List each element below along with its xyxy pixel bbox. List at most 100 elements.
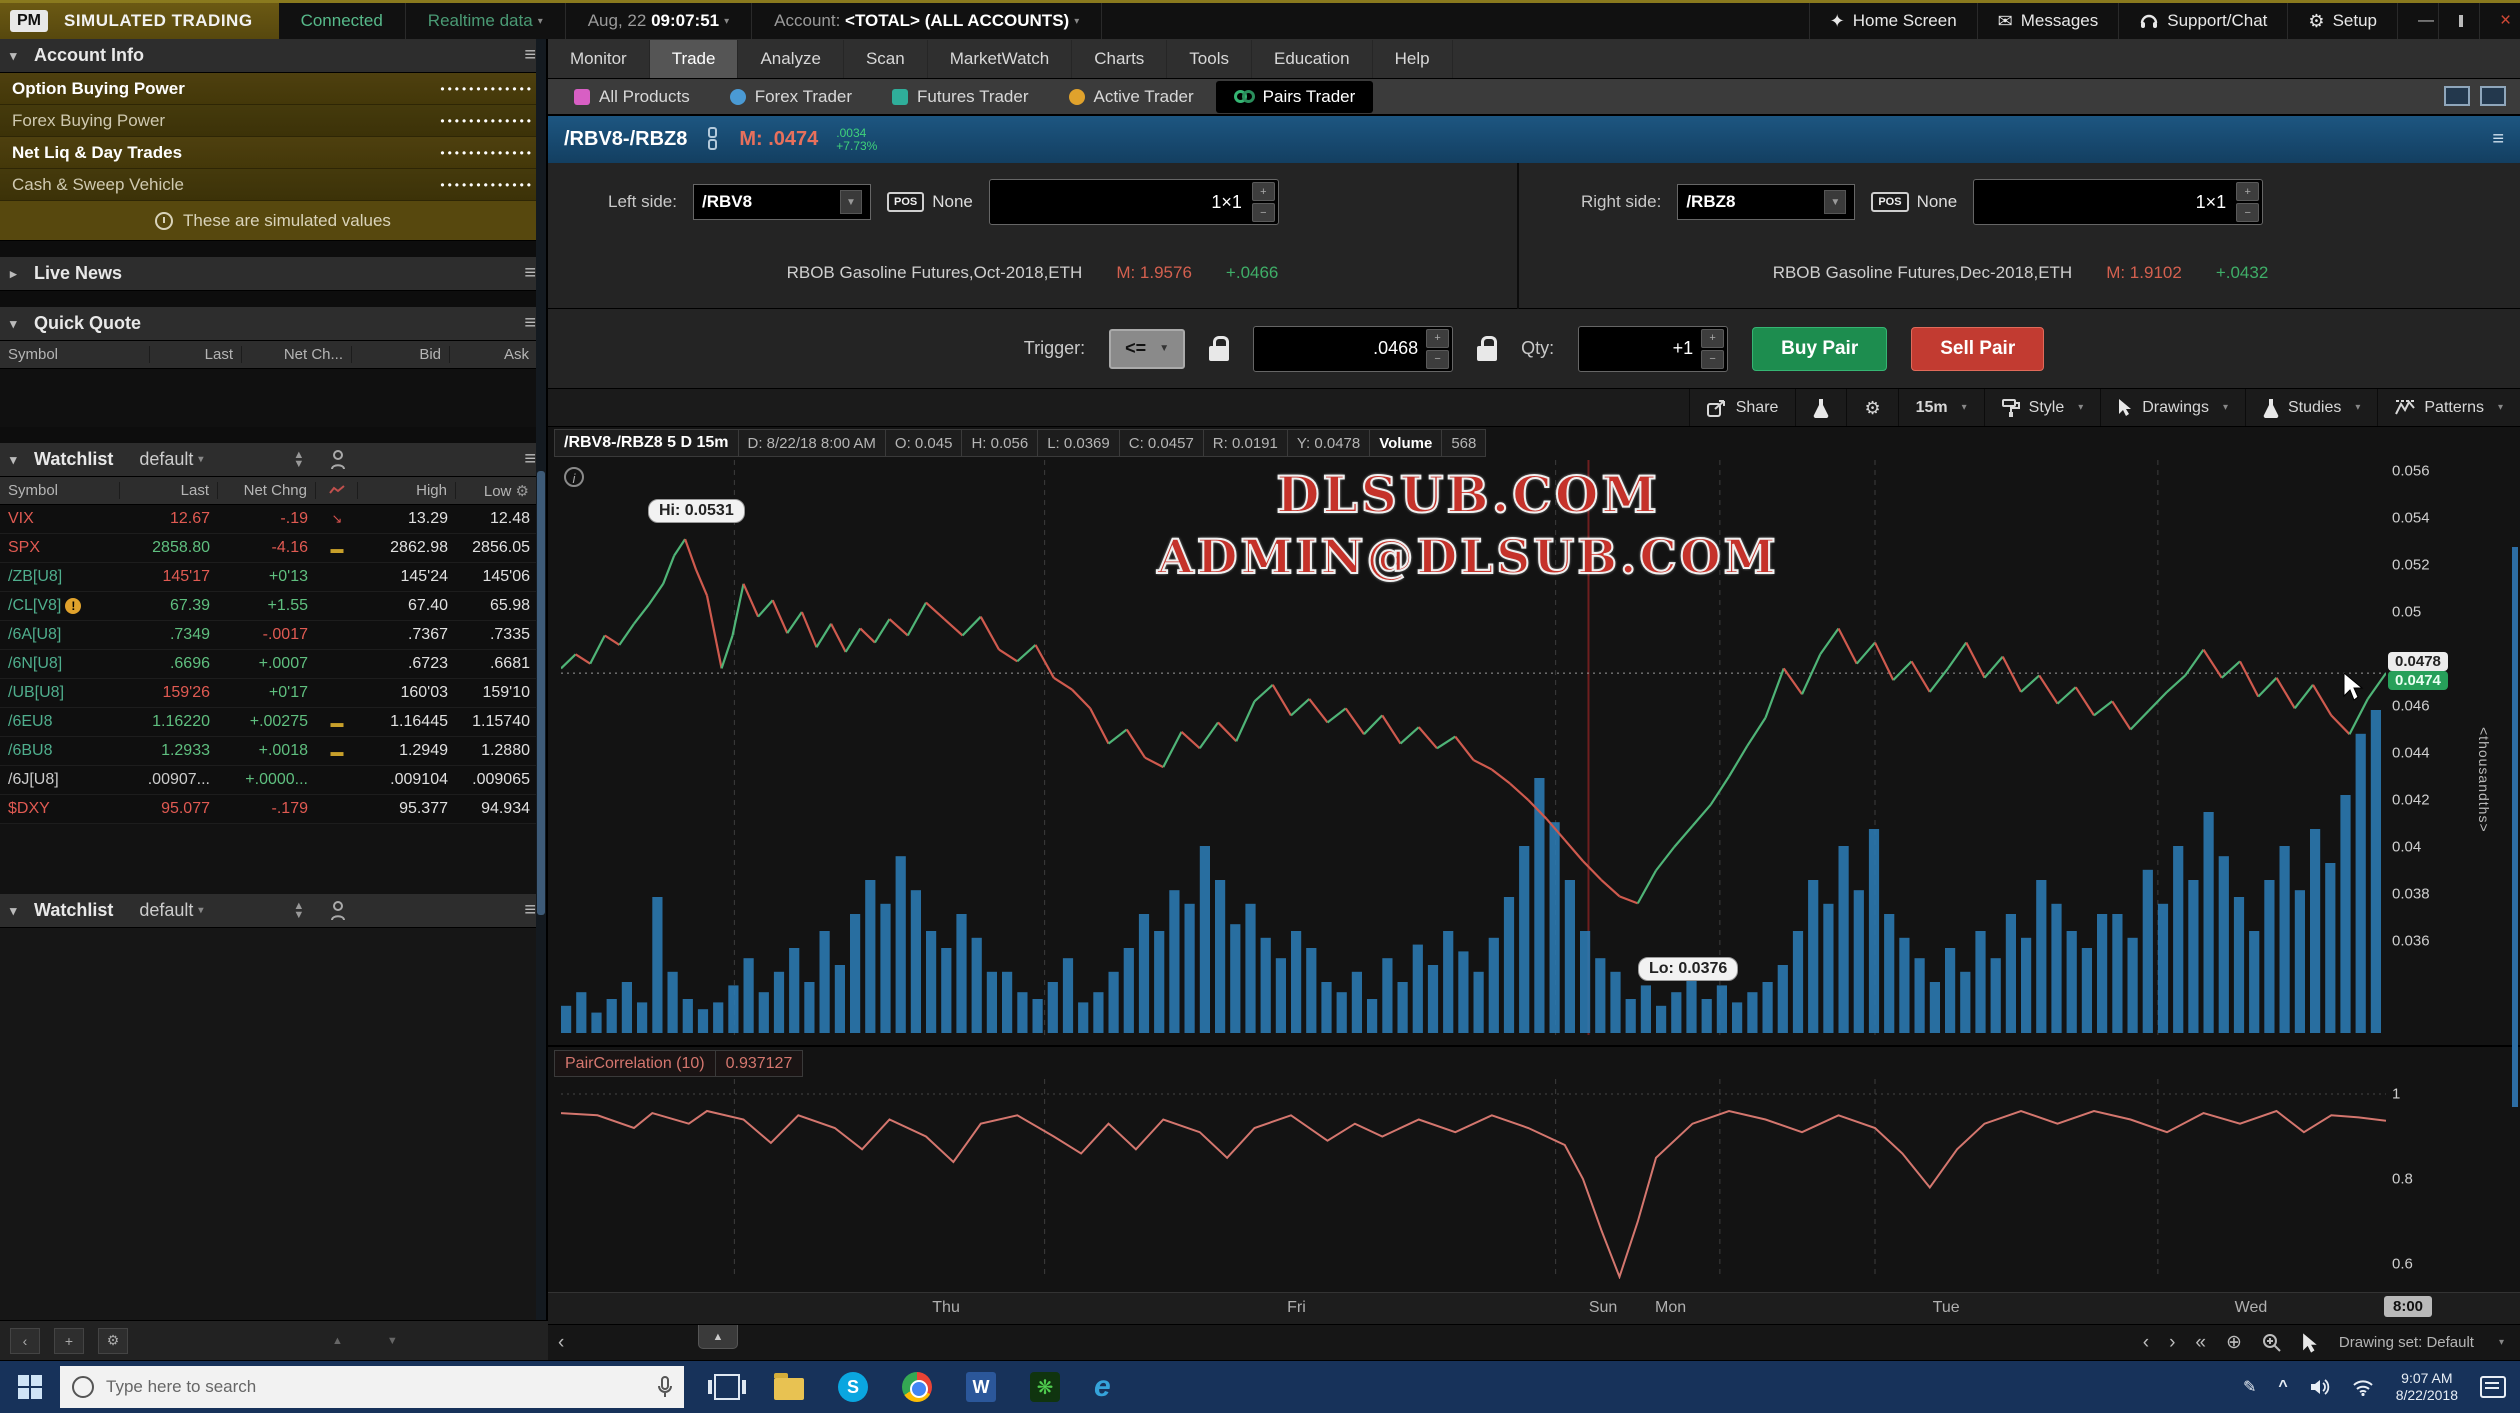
column-header[interactable]: High (358, 482, 456, 499)
lock-icon[interactable] (1477, 336, 1497, 362)
column-header[interactable]: Symbol (0, 482, 120, 499)
scrollbar-thumb[interactable] (537, 471, 545, 915)
sidebar-scrollbar[interactable] (536, 39, 546, 1320)
speaker-icon[interactable] (2310, 1378, 2330, 1396)
chart-settings-button[interactable]: ⚙ (1846, 389, 1897, 426)
add-gadget-icon[interactable]: + (54, 1328, 84, 1354)
reorder-icon[interactable]: ▲▼ (293, 902, 304, 920)
tab-education[interactable]: Education (1252, 40, 1373, 78)
chrome-icon[interactable] (902, 1372, 932, 1402)
watchlist-row[interactable]: /CL[V8]!67.39+1.5567.4065.98 (0, 592, 546, 621)
spinner-up-button[interactable]: + (1701, 329, 1724, 348)
clock-menu[interactable]: Aug, 22 09:07:51 ▾ (566, 3, 752, 39)
zoom-icon[interactable] (2262, 1333, 2282, 1353)
drawing-set-selector[interactable]: Drawing set: Default (2339, 1334, 2474, 1351)
start-button[interactable] (0, 1361, 60, 1413)
account-info-row[interactable]: Option Buying Power••••••••••••• (0, 73, 546, 105)
file-explorer-icon[interactable] (774, 1378, 804, 1400)
subtab-all-products[interactable]: All Products (556, 81, 708, 113)
buy-pair-button[interactable]: Buy Pair (1752, 327, 1887, 371)
section-menu-icon[interactable]: ≡ (524, 312, 536, 335)
setup-button[interactable]: ⚙ Setup (2287, 3, 2397, 39)
watchlist-row[interactable]: SPX2858.80-4.16▬2862.982856.05 (0, 534, 546, 563)
cursor-tool-icon[interactable] (2302, 1332, 2319, 1354)
spinner-up-button[interactable]: + (1252, 182, 1275, 201)
gear-icon[interactable]: ⚙ (516, 483, 529, 500)
watchlist-row[interactable]: /UB[U8]159'26+0'17160'03159'10 (0, 679, 546, 708)
section-menu-icon[interactable]: ≡ (524, 262, 536, 285)
link-pair-icon[interactable] (705, 127, 721, 153)
support-chat-button[interactable]: Support/Chat (2118, 3, 2287, 39)
right-pos-badge[interactable]: POS (1871, 192, 1908, 212)
spinner-up-button[interactable]: + (1426, 329, 1449, 348)
section-menu-icon[interactable]: ≡ (524, 899, 536, 922)
watchlist-row[interactable]: /6BU81.2933+.0018▬1.29491.2880 (0, 737, 546, 766)
restore-button[interactable] (2438, 3, 2479, 39)
section-menu-icon[interactable]: ≡ (524, 448, 536, 471)
scroll-down-icon[interactable]: ▼ (387, 1335, 398, 1347)
microphone-icon[interactable] (658, 1376, 672, 1398)
sell-pair-button[interactable]: Sell Pair (1911, 327, 2044, 371)
subtab-pairs-trader[interactable]: Pairs Trader (1216, 81, 1374, 113)
home-screen-button[interactable]: ✦ Home Screen (1809, 3, 1977, 39)
watchlist-row[interactable]: /6J[U8].00907...+.0000....009104.009065 (0, 766, 546, 795)
grid-layout-icon[interactable] (2444, 86, 2470, 106)
column-header[interactable]: Symbol (0, 346, 150, 363)
tab-trade[interactable]: Trade (650, 40, 739, 78)
column-header[interactable] (316, 482, 358, 499)
minimize-button[interactable]: — (2397, 3, 2438, 39)
watchlist2-name[interactable]: default (139, 900, 193, 921)
column-header[interactable]: Last (120, 482, 218, 499)
data-status-menu[interactable]: Realtime data ▾ (406, 3, 566, 39)
column-header[interactable]: Net Chng (218, 482, 316, 499)
share-button[interactable]: Share (1689, 389, 1796, 426)
maximize-layout-icon[interactable] (2480, 86, 2506, 106)
tab-monitor[interactable]: Monitor (548, 40, 650, 78)
watchlist-row[interactable]: /6A[U8].7349-.0017.7367.7335 (0, 621, 546, 650)
studies-button[interactable]: Studies ▾ (2245, 389, 2377, 426)
time-axis[interactable]: 8:00 ThuFriSunMonTueWed (548, 1292, 2520, 1324)
account-info-header[interactable]: ▾ Account Info ≡ (0, 39, 546, 73)
step-left-icon[interactable]: ‹ (2143, 1332, 2149, 1354)
trigger-price-input[interactable]: .0468 + − (1253, 326, 1453, 372)
lock-icon[interactable] (1209, 336, 1229, 362)
word-icon[interactable]: W (966, 1372, 996, 1402)
pen-icon[interactable]: ✎ (2243, 1377, 2256, 1397)
subtab-active-trader[interactable]: Active Trader (1051, 81, 1212, 113)
tray-expand-icon[interactable]: ^ (2278, 1378, 2287, 1396)
thinkorswim-icon[interactable]: ❋ (1030, 1372, 1060, 1402)
pair-symbol[interactable]: /RBV8-/RBZ8 (564, 128, 687, 151)
price-chart-pane[interactable]: /RBV8-/RBZ8 5 D 15mD: 8/22/18 8:00 AMO: … (548, 427, 2520, 1043)
spinner-down-button[interactable]: − (1426, 350, 1449, 369)
column-header[interactable]: Low ⚙ (456, 482, 538, 500)
crosshair-mode-icon[interactable]: ⊕ (2226, 1331, 2242, 1354)
watchlist-name[interactable]: default (139, 449, 193, 470)
style-button[interactable]: Style ▾ (1984, 389, 2101, 426)
spinner-up-button[interactable]: + (2236, 182, 2259, 201)
gear-icon[interactable]: ⚙ (98, 1328, 128, 1354)
patterns-button[interactable]: Patterns ▾ (2377, 389, 2520, 426)
subtab-futures-trader[interactable]: Futures Trader (874, 81, 1047, 113)
info-icon[interactable]: i (564, 467, 584, 487)
clock-tray[interactable]: 9:07 AM 8/22/2018 (2396, 1370, 2458, 1404)
spinner-down-button[interactable]: − (2236, 203, 2259, 222)
collapse-chart-tab[interactable]: ▲ (698, 1325, 738, 1349)
internet-explorer-icon[interactable]: e (1094, 1370, 1111, 1404)
watchlist-row[interactable]: $DXY95.077-.17995.37794.934 (0, 795, 546, 824)
account-info-row[interactable]: Cash & Sweep Vehicle••••••••••••• (0, 169, 546, 201)
tab-tools[interactable]: Tools (1167, 40, 1252, 78)
pair-correlation-pane[interactable]: PairCorrelation (10) 0.937127 10.80.6 (548, 1045, 2520, 1290)
watchlist-row[interactable]: /6N[U8].6696+.0007.6723.6681 (0, 650, 546, 679)
tab-analyze[interactable]: Analyze (738, 40, 843, 78)
close-button[interactable]: × (2479, 3, 2520, 39)
trigger-operator-dropdown[interactable]: <= ▼ (1109, 329, 1185, 369)
linked-watchlist-icon[interactable] (328, 900, 348, 922)
subtab-forex-trader[interactable]: Forex Trader (712, 81, 870, 113)
column-header[interactable]: Bid (352, 346, 450, 363)
right-symbol-dropdown[interactable]: /RBZ8 ▼ (1677, 184, 1855, 220)
messages-button[interactable]: ✉ Messages (1977, 3, 2119, 39)
tab-charts[interactable]: Charts (1072, 40, 1167, 78)
fast-rewind-icon[interactable]: « (2195, 1332, 2206, 1354)
action-center-icon[interactable] (2480, 1376, 2506, 1398)
interval-dropdown[interactable]: 15m ▾ (1898, 389, 1984, 426)
